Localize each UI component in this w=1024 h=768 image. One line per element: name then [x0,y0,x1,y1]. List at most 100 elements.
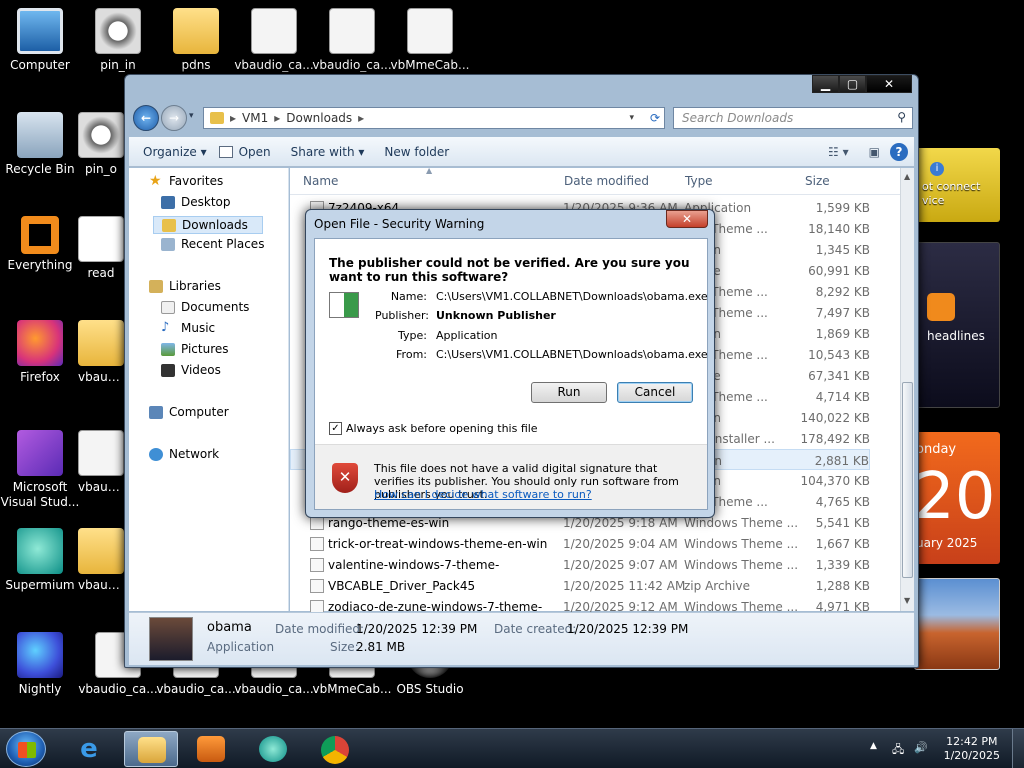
taskbar-chrome[interactable] [308,731,362,767]
forward-button[interactable]: → [161,105,187,131]
help-link[interactable]: How can I decide what software to run? [374,488,592,501]
column-name[interactable]: Name [303,174,338,188]
file-size: 1,339 KB [815,558,870,572]
network-tray-icon[interactable]: 🖧 [892,741,904,760]
organize-button[interactable]: Organize ▾ [129,145,217,159]
desktop-icon-computer[interactable]: Computer [0,8,80,72]
back-button[interactable]: ← [133,105,159,131]
minimize-button[interactable]: ▁ [812,75,839,93]
search-input[interactable]: Search Downloads ⚲ [673,107,913,129]
desktop-icon-nightly[interactable]: Nightly [0,632,80,696]
system-clock[interactable]: 12:42 PM 1/20/2025 [944,735,1000,763]
security-warning-dialog[interactable]: Open File - Security Warning ✕ The publi… [305,209,715,518]
always-ask-checkbox[interactable]: ✓ [329,422,342,435]
recent-pages-dropdown[interactable]: ▾ [189,111,194,121]
table-row[interactable]: valentine-windows-7-theme- 1/20/2025 9:07… [290,554,870,575]
nav-favorites[interactable]: ★ Favorites [149,174,223,189]
dialog-close-button[interactable]: ✕ [666,210,708,228]
cancel-button[interactable]: Cancel [617,382,693,403]
file-size: 1,599 KB [815,201,870,215]
nav-desktop[interactable]: Desktop [161,195,231,209]
breadcrumb-separator-icon: ▸ [358,111,365,125]
security-shield-icon: ✕ [332,463,358,493]
folder-icon [138,737,166,763]
file-size: 1,869 KB [815,327,870,341]
setup-file-icon [78,320,124,366]
table-row[interactable]: VBCABLE_Driver_Pack45 1/20/2025 11:42 AM z… [290,575,870,596]
desktop-icon-vbmmecab-top[interactable]: vbMmeCab... [390,8,470,72]
breadcrumb-downloads[interactable]: Downloads [286,111,352,125]
file-name: trick-or-treat-windows-theme-en-win [328,537,548,551]
taskbar-supermium[interactable] [246,731,300,767]
table-row[interactable]: trick-or-treat-windows-theme-en-win 1/20/… [290,533,870,554]
taskbar-media-player[interactable] [184,731,238,767]
column-date-modified[interactable]: Date modified [564,174,649,188]
nav-computer[interactable]: Computer [149,405,229,419]
scroll-down-icon[interactable]: ▼ [904,596,910,605]
details-date-modified: 1/20/2025 12:39 PM [356,622,478,636]
run-button[interactable]: Run [531,382,607,403]
pictures-icon [161,342,175,356]
volume-tray-icon[interactable]: 🔊 [914,741,928,754]
nav-documents[interactable]: Documents [161,300,249,314]
help-icon[interactable]: ? [890,142,908,161]
desktop-icon-vbaudio-top-1[interactable]: vbaudio_ca... [234,8,314,72]
file-list-scrollbar[interactable]: ▲ ▼ [900,168,914,611]
desktop-icon-vbaudio-2[interactable]: vbaudio [78,430,124,494]
desktop-icon-everything[interactable]: Everything [0,216,80,272]
open-button[interactable]: Open [217,145,281,159]
column-type[interactable]: Type [685,174,713,188]
address-bar[interactable]: ▸ VM1 ▸ Downloads ▸ ▾ ⟳ [203,107,665,129]
desktop-icon-recycle-bin[interactable]: Recycle Bin [0,112,80,176]
taskbar-windows-explorer[interactable] [124,731,178,767]
file-name: VBCABLE_Driver_Pack45 [328,579,476,593]
refresh-icon[interactable]: ⟳ [650,111,660,125]
taskbar: e ▲ 🖧 🔊 12:42 PM 1/20/2025 [0,728,1024,768]
column-size[interactable]: Size [805,174,830,188]
new-folder-button[interactable]: New folder [374,145,459,159]
column-divider [290,194,900,195]
show-desktop-button[interactable] [1012,729,1024,768]
nav-recent-places[interactable]: Recent Places [161,237,264,251]
music-icon: ♪ [161,319,170,335]
search-icon: ⚲ [897,110,906,124]
desktop-icon-pin-o[interactable]: pin_o [78,112,124,176]
change-view-icon[interactable]: ☷ ▾ [818,145,859,159]
scroll-thumb[interactable] [902,382,913,578]
close-button[interactable]: ✕ [866,75,912,93]
desktop-icon-vbaudio-1[interactable]: vbaudio [78,320,124,384]
preview-pane-icon[interactable]: ▣ [859,145,890,159]
navigation-pane: ★ Favorites Desktop Downloads Recent Plac… [129,168,289,611]
nav-network[interactable]: Network [149,447,219,461]
nav-pictures[interactable]: Pictures [161,342,229,356]
desktop-icon-vbaudio-3[interactable]: vbaudio [78,528,124,592]
desktop-icon-visual-studio[interactable]: Microsoft Visual Stud... [0,430,80,510]
breadcrumb-vm1[interactable]: VM1 [242,111,268,125]
desktop-icon-supermium[interactable]: Supermium [0,528,80,592]
nav-libraries[interactable]: Libraries [149,279,221,293]
desktop-icon-pdns[interactable]: pdns [156,8,236,72]
file-size: 4,765 KB [815,495,870,509]
start-button[interactable] [6,731,46,767]
nav-downloads[interactable]: Downloads [153,216,263,234]
application-icon [329,292,359,318]
weather-gadget[interactable]: i ot connect vice [914,148,1000,222]
maximize-button[interactable]: ▢ [839,75,866,93]
share-with-button[interactable]: Share with ▾ [281,145,375,159]
calendar-gadget[interactable]: onday 20 uary 2025 [914,432,1000,564]
file-icon [310,579,324,593]
slideshow-gadget[interactable] [914,578,1000,670]
desktop-icon-firefox[interactable]: Firefox [0,320,80,384]
scroll-up-icon[interactable]: ▲ [904,172,910,181]
nav-music[interactable]: ♪ Music [161,319,215,336]
desktop-icon-readme[interactable]: read [78,216,124,280]
nav-videos[interactable]: Videos [161,363,221,377]
show-hidden-icons-button[interactable]: ▲ [870,741,877,751]
feed-headlines-gadget[interactable]: headlines [914,242,1000,408]
taskbar-internet-explorer[interactable]: e [62,731,116,767]
desktop-icon-vbaudio-top-2[interactable]: vbaudio_ca... [312,8,392,72]
desktop-icon-pin-in[interactable]: pin_in [78,8,158,72]
network-icon [149,447,163,461]
file-icon [310,537,324,551]
address-dropdown-icon[interactable]: ▾ [629,113,634,123]
